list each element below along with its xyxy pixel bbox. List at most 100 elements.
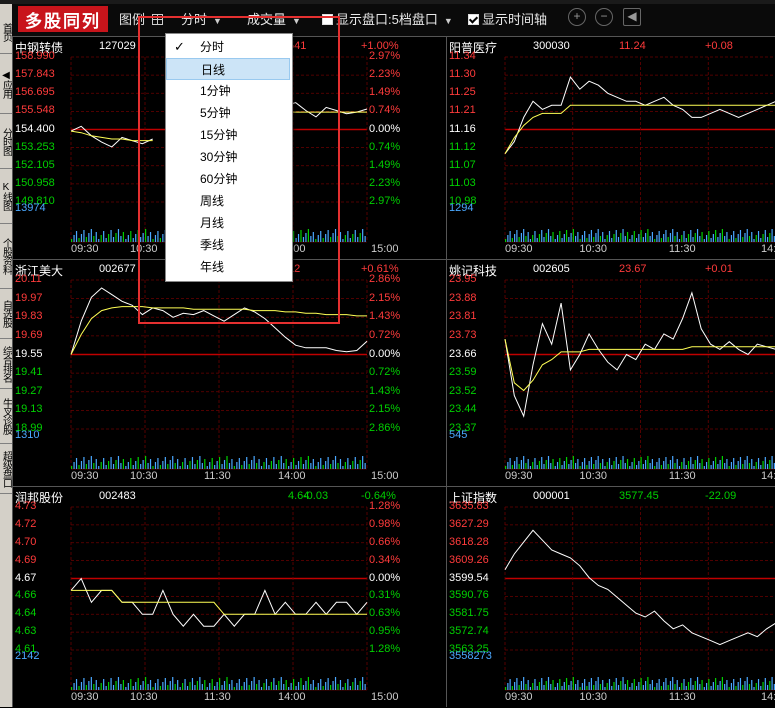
volume-bar xyxy=(742,685,744,690)
left-tab-7[interactable]: 牛叉诊股 xyxy=(0,389,12,444)
volume-bar xyxy=(75,679,78,690)
stock-panel[interactable]: 上证指数 000001 3577.45 -22.09 3635.83 3627.29 361… xyxy=(446,486,775,707)
volume-bar xyxy=(293,231,295,242)
left-tab-2[interactable]: 分时图 xyxy=(0,114,12,169)
volume-bar xyxy=(305,233,307,242)
volume-bar xyxy=(172,677,174,690)
volume-bar xyxy=(310,236,312,242)
volume-bar xyxy=(302,464,305,469)
volume-bar xyxy=(534,679,536,690)
show-depth-toggle[interactable]: 显示盘口:5档盘口 ▼ xyxy=(322,9,453,28)
volume-bar xyxy=(189,461,191,469)
right-tick-label: 2.23% xyxy=(369,68,401,81)
grid-icon xyxy=(151,14,163,25)
volume-bar xyxy=(216,461,218,469)
volume-bar xyxy=(177,680,179,690)
volume-bar xyxy=(757,231,760,242)
zoom-in-icon[interactable]: + xyxy=(568,8,586,26)
volume-bar xyxy=(270,682,272,690)
volume-bar xyxy=(771,677,773,690)
volume-bar xyxy=(611,465,613,469)
volume-bar xyxy=(721,456,723,469)
period-option-3[interactable]: 5分钟 xyxy=(166,102,290,124)
volume-bar xyxy=(665,678,667,690)
volume-bar xyxy=(518,685,520,690)
y-tick-label: 3572.74 xyxy=(449,625,489,638)
price-chart xyxy=(504,279,775,470)
volume-bar xyxy=(347,458,349,469)
volume-bar xyxy=(735,465,737,469)
volume-bar xyxy=(211,679,213,690)
volume-bar xyxy=(608,231,611,242)
volume-bar xyxy=(523,456,525,469)
volume-bar xyxy=(595,233,597,242)
left-tab-1[interactable]: ◀应用 xyxy=(0,54,12,114)
period-option-0[interactable]: ✓ 分时 xyxy=(166,36,290,58)
left-tab-8[interactable]: 超级盘口 xyxy=(0,444,12,494)
volume-bar xyxy=(705,683,708,690)
period-option-label: 周线 xyxy=(200,194,225,208)
volume-bar xyxy=(626,232,629,242)
right-tick-label: 0.72% xyxy=(369,366,401,379)
volume-bar xyxy=(694,233,696,242)
volume-bar xyxy=(320,458,322,469)
period-option-9[interactable]: 季线 xyxy=(166,234,290,256)
period-option-4[interactable]: 15分钟 xyxy=(166,124,290,146)
volume-bar xyxy=(108,234,110,242)
period-option-2[interactable]: 1分钟 xyxy=(166,80,290,102)
volume-bar xyxy=(260,687,263,690)
volume-bar xyxy=(204,459,206,469)
volume-bar xyxy=(642,464,644,469)
right-tick-label: 0.98% xyxy=(369,517,401,530)
x-tick-label: 15:00 xyxy=(371,691,399,703)
volume-bar xyxy=(626,680,629,690)
period-option-1[interactable]: 日线 xyxy=(166,58,290,80)
period-option-5[interactable]: 30分钟 xyxy=(166,146,290,168)
volume-bar xyxy=(635,686,638,690)
volume-bar xyxy=(352,682,354,690)
volume-bar xyxy=(211,458,213,469)
stock-panel[interactable]: 润邦股份 002483 4.64 -0.03 -0.64% 4.73 4.72 4.70 4.6… xyxy=(12,486,446,707)
left-tab-5[interactable]: 自选股 xyxy=(0,289,12,339)
volume-bar xyxy=(536,686,538,690)
show-depth-checkbox[interactable] xyxy=(322,14,333,25)
stock-panel[interactable]: 浙江美大 002677 12 +0.61% 20.11 19.97 19.83 19.69 19… xyxy=(12,259,446,486)
volume-bar xyxy=(359,233,361,242)
stock-panel[interactable]: 姚记科技 002605 23.67 +0.01 23.95 23.88 23.81 23.73… xyxy=(446,259,775,486)
volume-bar xyxy=(529,239,532,242)
volume-bar xyxy=(320,231,322,242)
right-tick-label: 1.28% xyxy=(369,500,401,512)
volume-bar xyxy=(312,680,314,690)
volume-bar xyxy=(214,686,216,690)
volume-bar xyxy=(90,229,92,242)
left-tab-3[interactable]: K线图 xyxy=(0,169,12,224)
show-time-axis-checkbox[interactable] xyxy=(468,14,479,25)
indicator-select[interactable]: 成交量 ▼ xyxy=(247,9,301,28)
zoom-out-icon[interactable]: − xyxy=(595,8,613,26)
volume-bar xyxy=(554,239,556,242)
left-tab-4[interactable]: 个股资料 xyxy=(0,224,12,289)
show-time-axis-toggle[interactable]: 显示时间轴 xyxy=(468,9,547,28)
left-tab-6[interactable]: 综合排名 xyxy=(0,339,12,389)
period-select[interactable]: 分时 ▼ xyxy=(181,9,222,28)
back-arrow-icon[interactable]: ◀ xyxy=(623,8,641,26)
chart-type-button[interactable]: 图例 xyxy=(119,9,163,28)
volume-bar xyxy=(737,682,739,690)
volume-bar xyxy=(246,457,248,469)
stock-panel[interactable]: 阳普医疗 300030 11.24 +0.08 11.34 11.30 11.25 11.21… xyxy=(446,36,775,259)
period-option-6[interactable]: 60分钟 xyxy=(166,168,290,190)
volume-bar xyxy=(565,457,568,469)
volume-bar xyxy=(278,681,280,690)
volume-bar xyxy=(631,462,633,469)
volume-bar xyxy=(189,682,191,690)
period-option-10[interactable]: 年线 xyxy=(166,256,290,278)
period-option-8[interactable]: 月线 xyxy=(166,212,290,234)
x-tick-label: 15:00 xyxy=(371,243,399,255)
volume-bar xyxy=(509,458,511,469)
period-option-7[interactable]: 周线 xyxy=(166,190,290,212)
right-tick-label: 2.86% xyxy=(369,273,401,285)
left-tab-0[interactable]: 首页 xyxy=(0,10,12,54)
volume-bar xyxy=(334,456,337,469)
volume-bar xyxy=(514,682,516,690)
volume-bar xyxy=(570,233,572,242)
